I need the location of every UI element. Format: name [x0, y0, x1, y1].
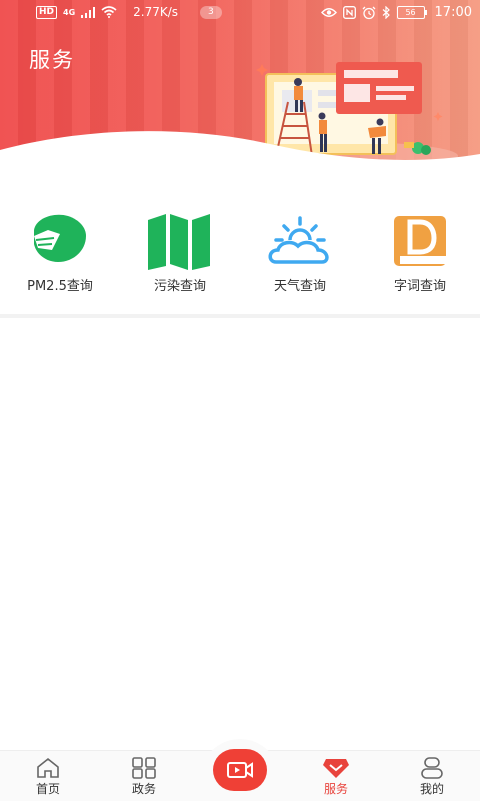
service-pm25[interactable]: PM2.5查询: [0, 210, 120, 294]
face-mask-icon: [34, 214, 86, 262]
home-icon: [37, 757, 59, 778]
nav-item-government[interactable]: 政务: [114, 757, 174, 797]
services-grid: PM2.5查询 污染查询 天气查询 字词查询: [0, 210, 480, 300]
wifi-icon: [101, 6, 117, 18]
network-speed: 2.77K/s: [133, 5, 179, 19]
network-type: 4G: [63, 7, 76, 17]
dictionary-icon: [394, 216, 446, 266]
service-label: 污染查询: [153, 279, 206, 294]
clock: 17:00: [434, 5, 472, 20]
banner-wave: [0, 131, 480, 170]
page-title: 服务: [29, 48, 75, 72]
video-icon: [227, 762, 253, 778]
service-label: 字词查询: [393, 279, 446, 294]
nav-item-service[interactable]: 服务: [306, 757, 366, 797]
bluetooth-icon: [382, 6, 390, 19]
grid-icon: [132, 757, 156, 779]
service-weather[interactable]: 天气查询: [240, 210, 360, 294]
nav-label: 服务: [323, 782, 348, 796]
service-pollution[interactable]: 污染查询: [120, 210, 240, 294]
nfc-icon: [342, 6, 356, 19]
profile-icon: [421, 757, 443, 779]
weather-icon: [268, 216, 329, 264]
notification-count: 3: [200, 5, 222, 19]
nav-item-mine[interactable]: 我的: [402, 757, 462, 797]
service-dictionary[interactable]: 字词查询: [360, 210, 480, 294]
service-label: 天气查询: [273, 279, 326, 294]
video-button[interactable]: [213, 749, 267, 791]
nav-item-home[interactable]: 首页: [18, 757, 78, 797]
alarm-icon: [362, 6, 375, 19]
service-icon: [323, 759, 349, 778]
nav-label: 政务: [131, 782, 156, 796]
status-bar: HD 4G 2.77K/s 3 56 17:00: [0, 0, 480, 26]
hd-badge: HD: [36, 5, 58, 19]
signal-icon: [81, 6, 96, 18]
header-banner: HD 4G 2.77K/s 3 56 17:00 服务: [0, 0, 480, 170]
map-icon: [148, 214, 210, 270]
nav-label: 我的: [419, 782, 444, 796]
battery-indicator: 56: [396, 6, 427, 19]
nav-label: 首页: [35, 782, 60, 796]
service-label: PM2.5查询: [27, 279, 93, 294]
section-divider: [0, 314, 480, 318]
eye-icon: [320, 8, 337, 17]
bottom-nav: 首页 政务 服务 我的: [0, 739, 480, 801]
